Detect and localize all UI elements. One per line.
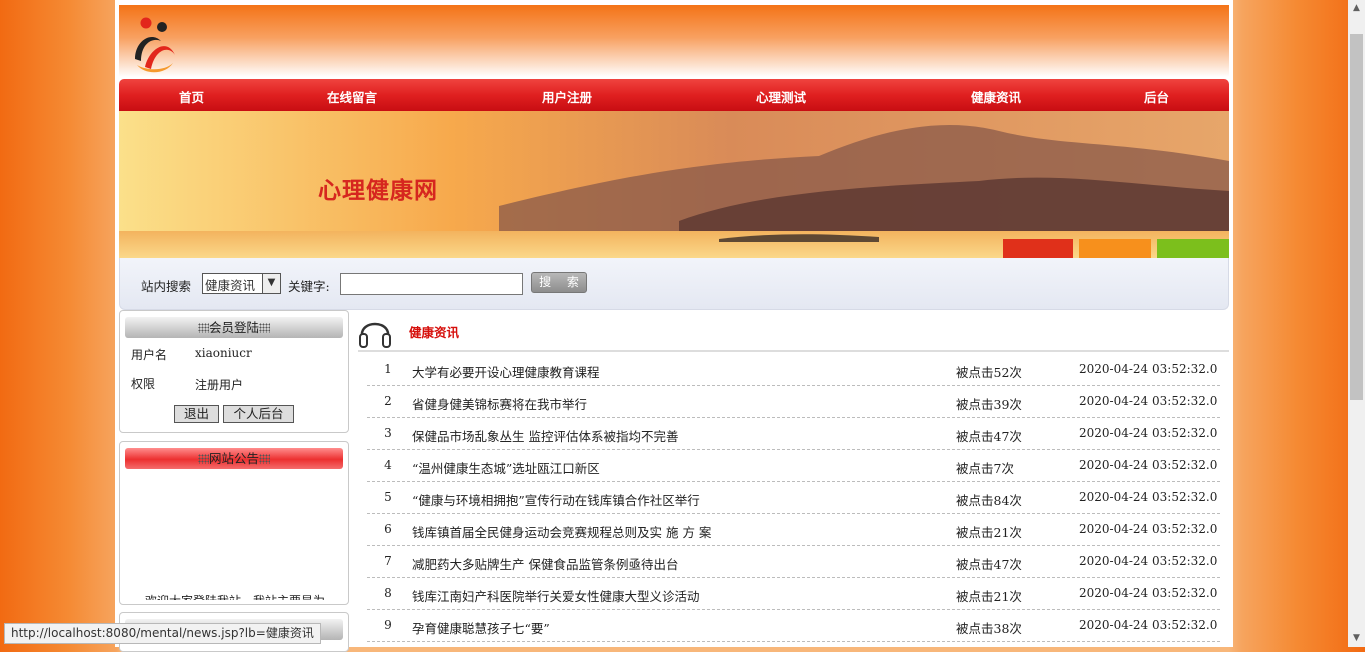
news-date: 2020-04-24 03:52:32.0 bbox=[1079, 586, 1218, 600]
notice-panel: 网站公告 欢迎大家登陆我站，我站主要是为 bbox=[119, 441, 349, 605]
role-label: 权限 bbox=[131, 377, 156, 391]
news-date: 2020-04-24 03:52:32.0 bbox=[1079, 490, 1218, 504]
header bbox=[119, 5, 1229, 77]
news-number: 8 bbox=[384, 586, 392, 600]
news-number: 2 bbox=[384, 394, 392, 408]
member-panel-header: 会员登陆 bbox=[125, 317, 343, 338]
news-clicks: 被点击47次 bbox=[956, 429, 1022, 444]
category-select[interactable]: 健康资讯 ▼ bbox=[202, 273, 281, 294]
divider bbox=[358, 350, 1229, 352]
main-nav: 首页 在线留言 用户注册 心理测试 健康资讯 后台 bbox=[119, 79, 1229, 111]
nav-psych-test[interactable]: 心理测试 bbox=[756, 87, 806, 106]
notice-header-label: 网站公告 bbox=[208, 451, 259, 466]
news-date: 2020-04-24 03:52:32.0 bbox=[1079, 554, 1218, 568]
notice-panel-header: 网站公告 bbox=[125, 448, 343, 469]
news-row: 9 孕育健康聪慧孩子七“要” 被点击38次 2020-04-24 03:52:3… bbox=[367, 610, 1220, 642]
news-row: 3 保健品市场乱象丛生 监控评估体系被指均不完善 被点击47次 2020-04-… bbox=[367, 418, 1220, 450]
news-date: 2020-04-24 03:52:32.0 bbox=[1079, 522, 1218, 536]
banner: 心理健康网 bbox=[119, 111, 1229, 258]
news-date: 2020-04-24 03:52:32.0 bbox=[1079, 394, 1218, 408]
dots-icon bbox=[259, 323, 270, 333]
scroll-down-icon[interactable]: ▼ bbox=[1348, 630, 1365, 647]
banner-title: 心理健康网 bbox=[318, 177, 438, 204]
nav-guestbook[interactable]: 在线留言 bbox=[327, 87, 377, 106]
search-button[interactable]: 搜 索 bbox=[531, 272, 587, 293]
nav-register[interactable]: 用户注册 bbox=[542, 87, 592, 106]
scroll-up-icon[interactable]: ▲ bbox=[1348, 0, 1365, 17]
news-clicks: 被点击7次 bbox=[956, 461, 1014, 476]
member-panel: 会员登陆 用户名 xiaoniucr 权限 注册用户 退出 个人后台 bbox=[119, 310, 349, 433]
dots-icon bbox=[259, 454, 270, 464]
news-date: 2020-04-24 03:52:32.0 bbox=[1079, 426, 1218, 440]
news-number: 9 bbox=[384, 618, 392, 632]
search-label: 站内搜索 bbox=[141, 279, 192, 294]
news-title-link[interactable]: 减肥药大多贴牌生产 保健食品监管条例亟待出台 bbox=[412, 554, 678, 573]
dots-icon bbox=[197, 323, 209, 333]
logout-button[interactable]: 退出 bbox=[174, 405, 219, 423]
news-title-link[interactable]: 大学有必要开设心理健康教育课程 bbox=[412, 362, 600, 381]
username-label: 用户名 bbox=[131, 348, 168, 362]
news-date: 2020-04-24 03:52:32.0 bbox=[1079, 362, 1218, 376]
headphones-icon bbox=[359, 322, 391, 348]
keyword-input[interactable] bbox=[340, 273, 523, 295]
status-bar-url: http://localhost:8080/mental/news.jsp?lb… bbox=[4, 623, 321, 644]
news-row: 6 钱库镇首届全民健身运动会竞赛规程总则及实 施 方 案 被点击21次 2020… bbox=[367, 514, 1220, 546]
news-clicks: 被点击21次 bbox=[956, 589, 1022, 604]
news-clicks: 被点击21次 bbox=[956, 525, 1022, 540]
page-container: 首页 在线留言 用户注册 心理测试 健康资讯 后台 心理健康网 站内搜索 健康资… bbox=[115, 0, 1233, 652]
news-clicks: 被点击39次 bbox=[956, 397, 1022, 412]
category-selected: 健康资讯 bbox=[205, 278, 256, 293]
nav-home[interactable]: 首页 bbox=[179, 87, 204, 106]
news-number: 4 bbox=[384, 458, 392, 472]
news-title-link[interactable]: 孕育健康聪慧孩子七“要” bbox=[412, 618, 550, 637]
news-row: 8 钱库江南妇产科医院举行关爱女性健康大型义诊活动 被点击21次 2020-04… bbox=[367, 578, 1220, 610]
news-title-link[interactable]: 钱库镇首届全民健身运动会竞赛规程总则及实 施 方 案 bbox=[412, 522, 711, 541]
dots-icon bbox=[197, 454, 209, 464]
news-heading: 健康资讯 bbox=[358, 312, 1229, 352]
notice-marquee: 欢迎大家登陆我站，我站主要是为 bbox=[145, 592, 335, 600]
news-title-link[interactable]: “健康与环境相拥抱”宣传行动在钱库镇合作社区举行 bbox=[412, 490, 700, 509]
news-number: 1 bbox=[384, 362, 392, 376]
chevron-down-icon[interactable]: ▼ bbox=[262, 274, 280, 293]
news-list: 1 大学有必要开设心理健康教育课程 被点击52次 2020-04-24 03:5… bbox=[367, 354, 1220, 642]
news-number: 3 bbox=[384, 426, 392, 440]
news-title-link[interactable]: 保健品市场乱象丛生 监控评估体系被指均不完善 bbox=[412, 426, 678, 445]
news-row: 7 减肥药大多贴牌生产 保健食品监管条例亟待出台 被点击47次 2020-04-… bbox=[367, 546, 1220, 578]
news-clicks: 被点击84次 bbox=[956, 493, 1022, 508]
news-title-link[interactable]: 钱库江南妇产科医院举行关爱女性健康大型义诊活动 bbox=[412, 586, 700, 605]
member-header-label: 会员登陆 bbox=[208, 320, 259, 335]
news-date: 2020-04-24 03:52:32.0 bbox=[1079, 458, 1218, 472]
nav-admin[interactable]: 后台 bbox=[1144, 87, 1169, 106]
site-logo-icon bbox=[135, 17, 175, 73]
banner-landscape-icon bbox=[119, 111, 1229, 258]
news-date: 2020-04-24 03:52:32.0 bbox=[1079, 618, 1218, 632]
role-value: 注册用户 bbox=[195, 378, 244, 392]
vertical-scrollbar[interactable]: ▲ ▼ bbox=[1348, 0, 1365, 647]
username-value: xiaoniucr bbox=[195, 346, 252, 360]
news-number: 6 bbox=[384, 522, 392, 536]
news-clicks: 被点击38次 bbox=[956, 621, 1022, 636]
news-number: 5 bbox=[384, 490, 392, 504]
news-title-link[interactable]: “温州健康生态城”选址瓯江口新区 bbox=[412, 458, 600, 477]
news-row: 5 “健康与环境相拥抱”宣传行动在钱库镇合作社区举行 被点击84次 2020-0… bbox=[367, 482, 1220, 514]
news-row: 1 大学有必要开设心理健康教育课程 被点击52次 2020-04-24 03:5… bbox=[367, 354, 1220, 386]
news-title-link[interactable]: 省健身健美锦标赛将在我市举行 bbox=[412, 394, 587, 413]
search-bar: 站内搜索 健康资讯 ▼ 关键字: 搜 索 bbox=[119, 258, 1229, 310]
news-row: 4 “温州健康生态城”选址瓯江口新区 被点击7次 2020-04-24 03:5… bbox=[367, 450, 1220, 482]
profile-button[interactable]: 个人后台 bbox=[223, 405, 294, 423]
news-heading-title: 健康资讯 bbox=[409, 325, 460, 340]
nav-health-news[interactable]: 健康资讯 bbox=[971, 87, 1021, 106]
news-clicks: 被点击47次 bbox=[956, 557, 1022, 572]
news-clicks: 被点击52次 bbox=[956, 365, 1022, 380]
news-row: 2 省健身健美锦标赛将在我市举行 被点击39次 2020-04-24 03:52… bbox=[367, 386, 1220, 418]
keyword-label: 关键字: bbox=[288, 279, 330, 294]
news-number: 7 bbox=[384, 554, 392, 568]
scroll-thumb[interactable] bbox=[1350, 34, 1363, 400]
